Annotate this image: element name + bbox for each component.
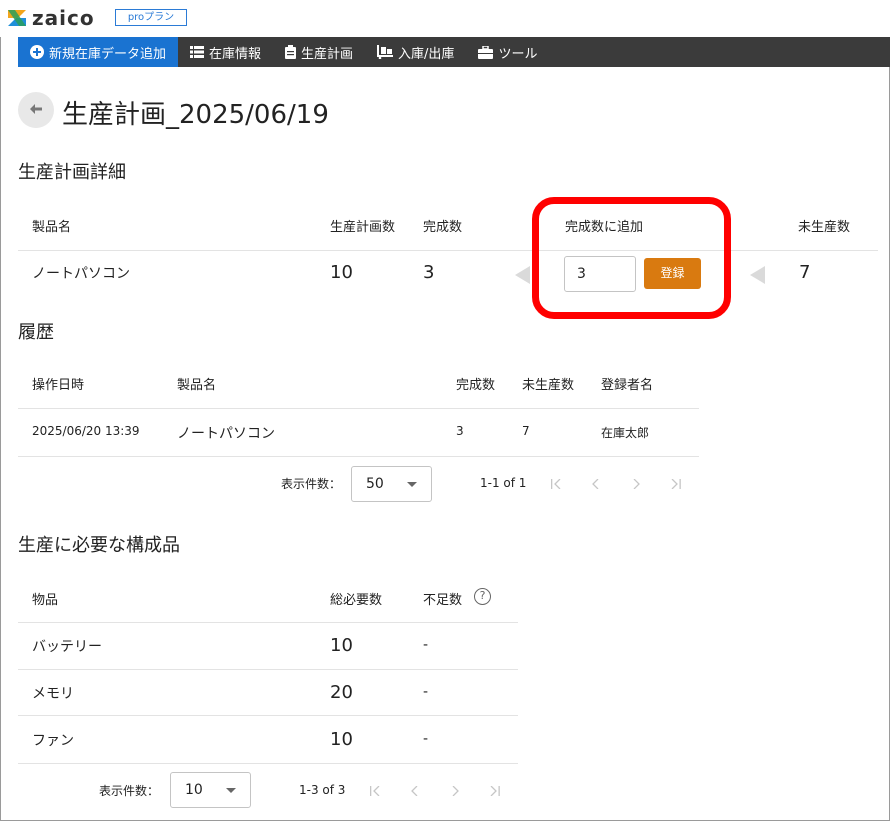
history-datetime: 2025/06/20 13:39 xyxy=(32,424,140,438)
components-per-page-label: 表示件数： xyxy=(99,784,160,798)
first-page-icon[interactable] xyxy=(548,476,564,492)
plan-badge: proプラン xyxy=(115,9,187,26)
components-col-shortage: 不足数 xyxy=(423,593,463,608)
toolbox-icon xyxy=(478,45,494,59)
arrow-left-triangle-icon xyxy=(750,266,765,284)
detail-product: ノートパソコン xyxy=(32,266,130,282)
nav-item-in-out[interactable]: 入庫/出庫 xyxy=(365,37,466,67)
page-title: 生産計画_2025/06/19 xyxy=(62,100,329,130)
history-user: 在庫太郎 xyxy=(601,426,650,440)
nav-label: ツール xyxy=(498,46,538,62)
prev-page-icon[interactable] xyxy=(407,783,423,799)
history-col-remaining: 未生産数 xyxy=(522,378,575,393)
logo-text: zaico xyxy=(32,6,95,30)
components-col-required: 総必要数 xyxy=(330,593,383,608)
component-shortage: - xyxy=(423,684,429,700)
next-page-icon[interactable] xyxy=(447,783,463,799)
detail-completed: 3 xyxy=(423,262,435,283)
component-shortage: - xyxy=(423,637,429,653)
component-required: 20 xyxy=(330,682,353,703)
nav-label: 入庫/出庫 xyxy=(398,46,455,62)
arrow-left-icon xyxy=(30,102,42,118)
component-required: 10 xyxy=(330,635,353,656)
help-icon[interactable]: ? xyxy=(474,588,491,605)
components-section-title: 生産に必要な構成品 xyxy=(18,535,180,556)
clipboard-icon xyxy=(285,45,297,59)
back-button[interactable] xyxy=(18,92,54,128)
nav-item-inventory[interactable]: 在庫情報 xyxy=(178,37,273,67)
plus-circle-icon xyxy=(30,45,44,59)
components-header-divider xyxy=(18,622,518,623)
components-row-divider xyxy=(18,669,518,670)
history-col-user: 登録者名 xyxy=(601,378,654,393)
main-nav: 新規在庫データ追加 在庫情報 生産計画 入庫/出庫 ツール xyxy=(18,37,890,67)
components-col-item: 物品 xyxy=(32,593,59,608)
components-page-range: 1-3 of 3 xyxy=(299,783,346,797)
col-planned: 生産計画数 xyxy=(330,220,396,235)
history-completed: 3 xyxy=(456,424,464,438)
detail-section-title: 生産計画詳細 xyxy=(18,162,126,183)
detail-remaining: 7 xyxy=(799,262,811,283)
nav-label: 新規在庫データ追加 xyxy=(49,46,167,62)
history-header-divider xyxy=(18,408,699,409)
history-per-page-value: 50 xyxy=(366,476,384,492)
history-product: ノートパソコン xyxy=(177,426,275,442)
nav-label: 生産計画 xyxy=(301,46,354,62)
history-page-range: 1-1 of 1 xyxy=(480,476,527,490)
next-page-icon[interactable] xyxy=(628,476,644,492)
list-icon xyxy=(190,46,205,58)
arrow-left-triangle-icon xyxy=(515,266,530,284)
col-remaining: 未生産数 xyxy=(798,220,851,235)
components-row-divider xyxy=(18,763,518,764)
highlight-box xyxy=(532,197,731,319)
history-remaining: 7 xyxy=(522,424,530,438)
caret-down-icon xyxy=(407,482,417,487)
prev-page-icon[interactable] xyxy=(588,476,604,492)
history-per-page-label: 表示件数： xyxy=(281,477,342,491)
detail-planned: 10 xyxy=(330,262,353,283)
last-page-icon[interactable] xyxy=(487,783,503,799)
history-col-completed: 完成数 xyxy=(456,378,496,393)
history-per-page-select[interactable]: 50 xyxy=(351,466,432,502)
nav-label: 在庫情報 xyxy=(209,46,262,62)
nav-item-tools[interactable]: ツール xyxy=(466,37,549,67)
caret-down-icon xyxy=(226,788,236,793)
history-col-datetime: 操作日時 xyxy=(32,378,85,393)
zaico-logo-icon xyxy=(7,8,27,28)
nav-item-production-plan[interactable]: 生産計画 xyxy=(273,37,365,67)
col-completed: 完成数 xyxy=(423,220,463,235)
top-header: zaico proプラン xyxy=(0,0,890,37)
dolly-icon xyxy=(377,45,394,59)
component-item: ファン xyxy=(32,733,74,749)
detail-header-divider xyxy=(18,250,878,251)
logo[interactable]: zaico xyxy=(7,6,95,30)
components-row-divider xyxy=(18,715,518,716)
history-row-divider xyxy=(18,456,699,457)
components-per-page-select[interactable]: 10 xyxy=(170,772,251,808)
component-item: メモリ xyxy=(32,686,74,702)
last-page-icon[interactable] xyxy=(668,476,684,492)
first-page-icon[interactable] xyxy=(367,783,383,799)
component-shortage: - xyxy=(423,731,429,747)
col-product: 製品名 xyxy=(32,220,72,235)
component-required: 10 xyxy=(330,729,353,750)
component-item: バッテリー xyxy=(32,639,102,655)
components-per-page-value: 10 xyxy=(185,782,203,798)
history-section-title: 履歴 xyxy=(18,322,54,343)
nav-item-add-inventory[interactable]: 新規在庫データ追加 xyxy=(18,37,179,67)
history-col-product: 製品名 xyxy=(177,378,217,393)
